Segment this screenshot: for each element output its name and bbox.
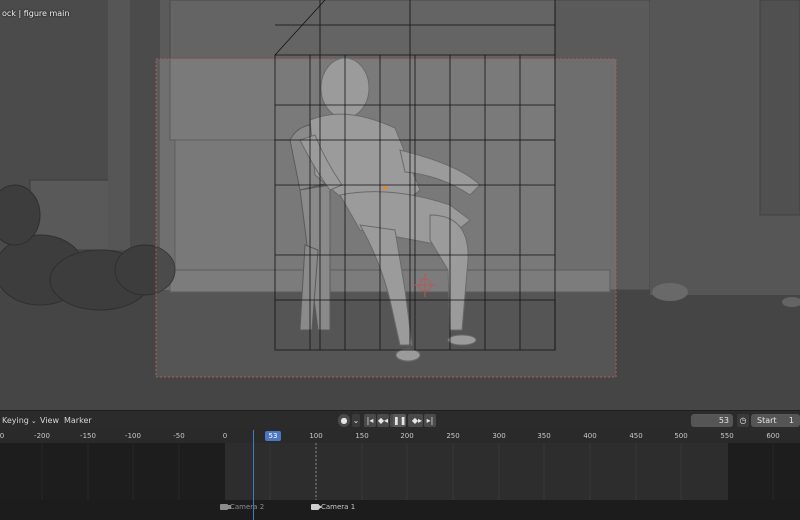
timeline-track-area[interactable] <box>0 443 800 500</box>
ruler-tick: 100 <box>309 432 323 440</box>
prev-keyframe-icon: ◆◂ <box>377 416 389 425</box>
keying-menu[interactable]: Keying ⌄ <box>2 416 37 425</box>
marker-camera-2[interactable]: Camera 2 <box>220 503 264 511</box>
ruler-tick: 200 <box>400 432 414 440</box>
marker-strip[interactable]: Camera 2 Camera 1 <box>0 500 800 520</box>
viewport-breadcrumb: ock | figure main <box>2 9 70 18</box>
track-background <box>0 443 800 500</box>
prev-keyframe-button[interactable]: ◆◂ <box>377 414 389 427</box>
ruler-tick: 0 <box>222 432 228 440</box>
ruler-tick: 150 <box>355 432 369 440</box>
jump-end-icon: ▸| <box>426 416 434 425</box>
marker-label: Camera 2 <box>230 503 265 511</box>
scene-render <box>0 0 800 410</box>
clock-icon: ◷ <box>739 416 747 425</box>
marker-menu[interactable]: Marker <box>64 416 92 425</box>
ruler-tick: 300 <box>492 432 506 440</box>
start-frame-value: 1 <box>788 416 794 425</box>
playhead[interactable] <box>253 430 254 520</box>
marker-label: Camera 1 <box>321 503 356 511</box>
pause-icon: ❚❚ <box>393 416 407 425</box>
ruler-tick: 500 <box>674 432 688 440</box>
ruler-tick: 550 <box>720 432 734 440</box>
ruler-tick: -150 <box>80 432 96 440</box>
camera-icon <box>220 504 231 510</box>
record-icon: ● <box>340 416 348 425</box>
auto-keying-toggle[interactable]: ● <box>338 414 350 427</box>
ruler-tick: 450 <box>629 432 643 440</box>
view-menu[interactable]: View <box>40 416 59 425</box>
ruler-tick: 0 <box>0 432 5 440</box>
next-keyframe-icon: ◆▸ <box>411 416 423 425</box>
keying-options-dropdown[interactable]: ⌄ <box>352 414 360 427</box>
jump-start-button[interactable]: |◂ <box>364 414 376 427</box>
marker-camera-1[interactable]: Camera 1 <box>311 503 355 511</box>
frame-ruler[interactable]: 0 -200 -150 -100 -50 0 100 150 200 250 3… <box>0 430 800 443</box>
jump-start-icon: |◂ <box>366 416 374 425</box>
jump-end-button[interactable]: ▸| <box>424 414 436 427</box>
current-frame-field[interactable]: 53 <box>691 414 733 427</box>
ruler-tick: -50 <box>173 432 185 440</box>
start-frame-field[interactable]: Start 1 <box>751 414 800 427</box>
ruler-tick: 250 <box>446 432 460 440</box>
next-keyframe-button[interactable]: ◆▸ <box>411 414 423 427</box>
start-frame-label: Start <box>757 416 777 425</box>
ruler-tick: -200 <box>34 432 50 440</box>
ruler-tick: -100 <box>125 432 141 440</box>
ruler-tick: 400 <box>583 432 597 440</box>
current-frame-indicator[interactable]: 53 <box>265 431 281 441</box>
3d-viewport[interactable]: ock | figure main <box>0 0 800 410</box>
chevron-down-icon: ⌄ <box>352 416 360 425</box>
camera-icon <box>311 504 322 510</box>
ruler-tick: 350 <box>537 432 551 440</box>
pause-button[interactable]: ❚❚ <box>393 414 406 427</box>
timeline-header: Keying⌄ View Marker ● ⌄ |◂ ◆◂ ◂ ❚❚ ▸ ◆▸ … <box>0 410 800 431</box>
use-preview-range-toggle[interactable]: ◷ <box>737 414 749 427</box>
chevron-down-icon: ⌄ <box>30 417 37 425</box>
keying-menu-label: Keying <box>2 416 29 425</box>
ruler-tick: 600 <box>766 432 780 440</box>
